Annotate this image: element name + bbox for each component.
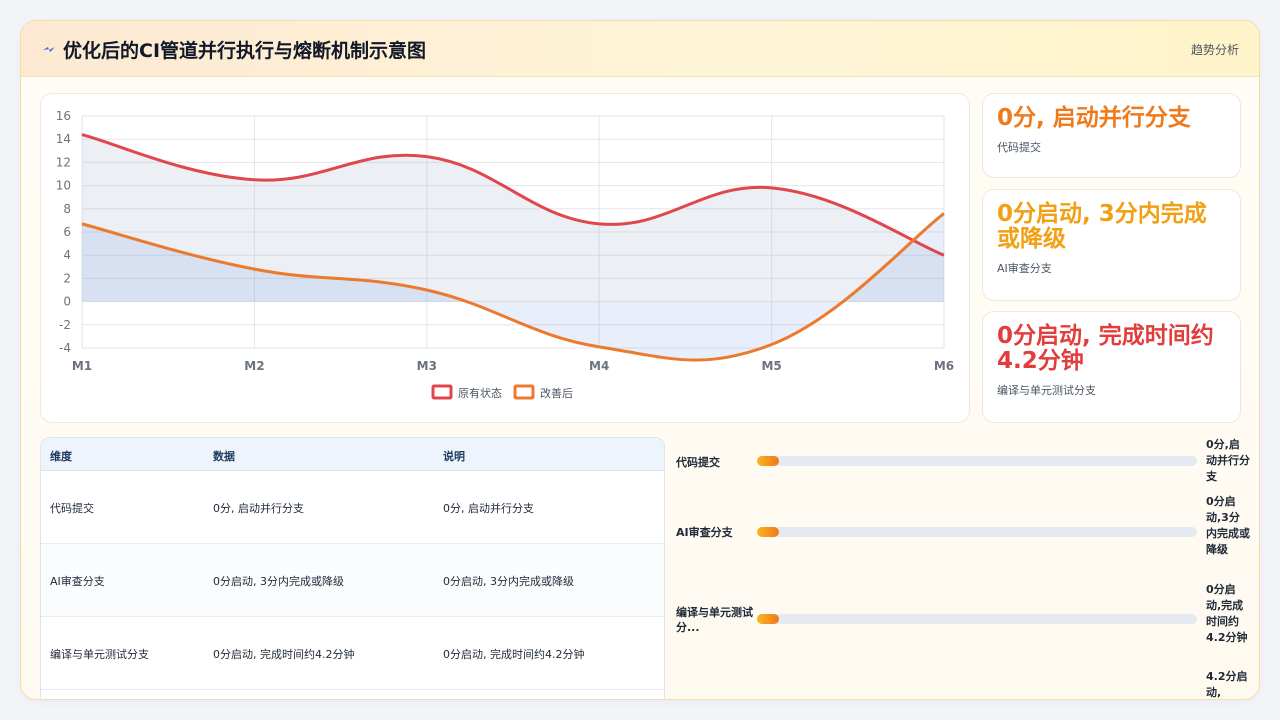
kpi-card-code-commit: 0分, 启动并行分支 代码提交 — [982, 93, 1241, 178]
table-header-cell: 维度 — [50, 450, 72, 463]
line-chart-card: -4 -2 0 2 4 6 8 10 12 14 16 M1 M2 M3 M4 M5 M6 原有状态 改善后 — [40, 93, 970, 423]
kpi-card-build-test: 0分启动, 完成时间约4.2分钟 编译与单元测试分支 — [982, 311, 1241, 423]
line-chart: -4 -2 0 2 4 6 8 10 12 14 16 M1 M2 M3 M4 M5 M6 原有状态 改善后 — [56, 109, 954, 400]
progress-row-build-test: 编译与单元测试分... 0分启动,完成时间约4.2分钟 — [676, 583, 1259, 674]
progress-track — [757, 614, 1197, 624]
progress-fill — [757, 456, 779, 466]
table-header-cell: 数据 — [213, 450, 235, 463]
x-tick-label: M4 — [589, 359, 609, 373]
table-cell: 0分, 启动并行分支 — [213, 502, 304, 515]
kpi-label: 代码提交 — [997, 141, 1041, 154]
progress-value: 0分,启动并行分支 — [1206, 438, 1250, 483]
x-tick-label: M3 — [417, 359, 437, 373]
legend-swatch-1 — [431, 384, 453, 400]
progress-label: 编译与单元测试分... — [676, 606, 753, 634]
progress-row-ai-review: AI审查分支 0分启动,3分内完成或降级 — [676, 495, 1259, 596]
x-tick-label: M1 — [72, 359, 92, 373]
table-cell: 0分启动, 完成时间约4.2分钟 — [213, 648, 355, 661]
y-tick-label: 2 — [63, 271, 71, 285]
table-header-cell: 说明 — [443, 450, 465, 463]
table-row: 代码提交 0分, 启动并行分支 0分, 启动并行分支 — [41, 471, 664, 544]
table-cell: 0分启动, 3分内完成或降级 — [213, 575, 344, 588]
progress-value: 0分启动,完成时间约4.2分钟 — [1206, 583, 1248, 644]
x-tick-label: M5 — [761, 359, 781, 373]
table-cell: 0分, 启动并行分支 — [443, 502, 534, 515]
progress-label: AI审查分支 — [676, 526, 733, 539]
y-tick-label: 16 — [56, 109, 71, 123]
legend-label-2: 改善后 — [540, 386, 573, 400]
kpi-label: AI审查分支 — [997, 262, 1052, 275]
lightning-icon — [43, 47, 55, 52]
y-tick-label: -2 — [59, 318, 71, 332]
table-cell: 编译与单元测试分支 — [50, 648, 149, 661]
y-tick-label: 6 — [63, 225, 71, 239]
table-row: 编译与单元测试分支 0分启动, 完成时间约4.2分钟 0分启动, 完成时间约4.… — [41, 617, 664, 690]
progress-track — [757, 527, 1197, 537]
table-cell: 0分启动, 完成时间约4.2分钟 — [443, 648, 585, 661]
progress-value: 4.2分启动, — [1206, 670, 1248, 699]
dashboard-panel: 优化后的CI管道并行执行与熔断机制示意图 趋势分析 -4 -2 0 2 4 6 8 10 12 1… — [20, 20, 1260, 700]
panel-header: 优化后的CI管道并行执行与熔断机制示意图 趋势分析 — [21, 21, 1259, 77]
y-tick-label: 10 — [56, 179, 71, 193]
x-tick-label: M2 — [244, 359, 264, 373]
progress-value: 0分启动,3分内完成或降级 — [1206, 495, 1250, 556]
kpi-card-ai-review: 0分启动, 3分内完成或降级 AI审查分支 — [982, 189, 1241, 301]
data-table: 维度 数据 说明 代码提交 0分, 启动并行分支 0分, 启动并行分支 AI审查… — [40, 437, 665, 699]
y-tick-label: 14 — [56, 132, 71, 146]
x-tick-label: M6 — [934, 359, 954, 373]
kpi-label: 编译与单元测试分支 — [997, 384, 1096, 397]
y-tick-label: -4 — [59, 341, 71, 355]
trend-analysis-link[interactable]: 趋势分析 — [1191, 41, 1239, 58]
progress-label: 代码提交 — [676, 456, 720, 469]
y-tick-label: 4 — [63, 248, 71, 262]
y-tick-label: 0 — [63, 295, 71, 309]
table-header: 维度 数据 说明 — [41, 438, 664, 471]
kpi-value: 0分启动, 完成时间约4.2分钟 — [997, 323, 1214, 374]
page-title: 优化后的CI管道并行执行与熔断机制示意图 — [63, 40, 427, 62]
progress-fill — [757, 527, 779, 537]
table-row: AI审查分支 0分启动, 3分内完成或降级 0分启动, 3分内完成或降级 — [41, 544, 664, 617]
kpi-value: 0分, 启动并行分支 — [997, 105, 1191, 131]
table-cell: 0分启动, 3分内完成或降级 — [443, 575, 574, 588]
y-tick-label: 8 — [63, 202, 71, 216]
legend-swatch-2 — [513, 384, 535, 400]
table-cell: 代码提交 — [50, 502, 94, 515]
progress-row-partial: 4.2分启动, — [676, 669, 1259, 699]
progress-track — [757, 456, 1197, 466]
y-tick-label: 12 — [56, 155, 71, 169]
kpi-value: 0分启动, 3分内完成或降级 — [997, 201, 1207, 252]
progress-fill — [757, 614, 779, 624]
table-cell: AI审查分支 — [50, 575, 105, 588]
legend-label-1: 原有状态 — [458, 386, 502, 400]
